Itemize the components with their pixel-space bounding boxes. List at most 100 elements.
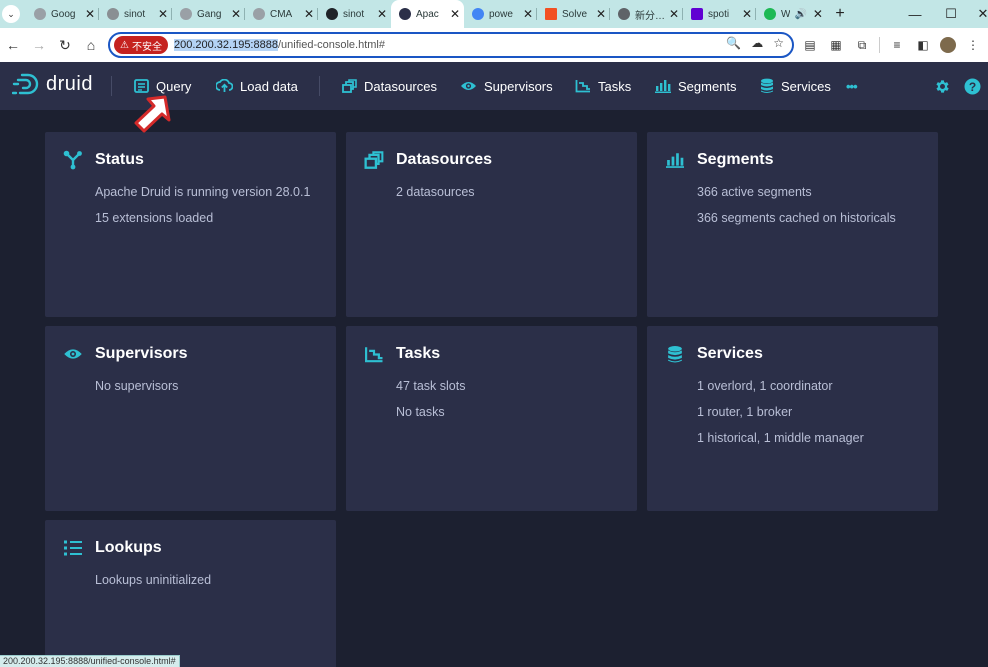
nav-divider <box>111 76 112 96</box>
tab-close-icon[interactable]: ✕ <box>85 7 95 21</box>
card-line: 366 segments cached on historicals <box>697 211 896 225</box>
nav-supervisors[interactable]: Supervisors <box>460 74 553 98</box>
browser-toolbar: ← → ↻ ⌂ ⚠ 不安全 200.200.32.195:8888/unifie… <box>0 28 988 62</box>
supervisors-card[interactable]: Supervisors No supervisors <box>45 326 336 511</box>
tab-title: CMA <box>270 8 293 20</box>
database-icon <box>665 344 685 364</box>
reload-icon[interactable]: ↻ <box>52 32 78 58</box>
warning-icon: ⚠ <box>120 39 129 51</box>
nav-tasks[interactable]: Tasks <box>575 74 631 98</box>
bookmark-star-icon[interactable]: ☆ <box>773 36 784 50</box>
card-line: 366 active segments <box>697 185 812 199</box>
browser-tab[interactable]: 新分… ✕ <box>610 0 683 28</box>
query-icon <box>134 79 149 93</box>
tab-title: spoti <box>708 8 730 20</box>
services-card[interactable]: Services 1 overlord, 1 coordinator 1 rou… <box>647 326 938 511</box>
tasks-card[interactable]: Tasks 47 task slots No tasks <box>346 326 637 511</box>
nav-services[interactable]: Services <box>760 74 831 98</box>
new-tab-button[interactable]: + <box>829 5 851 23</box>
tab-title: Solve <box>562 8 588 20</box>
home-view: Status Apache Druid is running version 2… <box>0 110 988 667</box>
datasources-icon <box>342 79 357 93</box>
tab-favicon-icon <box>618 8 630 20</box>
browser-tab[interactable]: Gang ✕ <box>172 0 245 28</box>
tab-close-icon[interactable]: ✕ <box>304 7 314 21</box>
help-icon: ? <box>964 78 980 94</box>
close-window-icon[interactable]: ✕ <box>966 0 988 28</box>
card-line: 2 datasources <box>396 185 475 199</box>
tab-close-icon[interactable]: ✕ <box>231 7 241 21</box>
tab-close-icon[interactable]: ✕ <box>669 7 679 21</box>
tab-favicon-icon <box>326 8 338 20</box>
browser-tab[interactable]: sinot ✕ <box>318 0 391 28</box>
extensions-icon[interactable]: ⧉ <box>853 36 871 54</box>
tab-title: Gang <box>197 8 222 20</box>
tab-favicon-icon <box>399 8 411 20</box>
toolbar-divider <box>879 37 880 53</box>
tab-close-icon[interactable]: ✕ <box>523 7 533 21</box>
status-icon <box>63 150 83 170</box>
segments-card[interactable]: Segments 366 active segments 366 segment… <box>647 132 938 317</box>
minimize-icon[interactable]: — <box>898 0 932 28</box>
media-icon[interactable]: ≡ <box>888 36 906 54</box>
tasks-icon <box>364 344 384 364</box>
more-icon: ••• <box>846 78 858 94</box>
gear-icon <box>935 79 949 93</box>
browser-tab[interactable]: Solve ✕ <box>537 0 610 28</box>
reader-icon[interactable]: ▤ <box>801 36 819 54</box>
tab-search-chevron-icon[interactable]: ⌄ <box>2 5 20 23</box>
not-secure-badge[interactable]: ⚠ 不安全 <box>114 36 168 54</box>
browser-tab[interactable]: Goog ✕ <box>26 0 99 28</box>
maximize-icon[interactable]: ☐ <box>934 0 968 28</box>
tab-favicon-icon <box>107 8 119 20</box>
druid-logo[interactable]: druid <box>12 72 93 96</box>
forward-icon[interactable]: → <box>26 32 52 58</box>
nav-load-data[interactable]: Load data <box>216 74 298 98</box>
browser-tab[interactable]: CMA ✕ <box>245 0 318 28</box>
browser-status-url: 200.200.32.195:8888/unified-console.html… <box>0 655 180 667</box>
datasources-card[interactable]: Datasources 2 datasources <box>346 132 637 317</box>
browser-tab[interactable]: sinot ✕ <box>99 0 172 28</box>
card-title: Segments <box>697 151 774 168</box>
help-button[interactable]: ? <box>962 74 982 98</box>
tab-close-icon[interactable]: ✕ <box>377 7 387 21</box>
profile-avatar[interactable] <box>940 37 956 53</box>
browser-tab[interactable]: W 🔊 ✕ <box>756 0 829 28</box>
zoom-icon[interactable]: 🔍 <box>726 36 741 50</box>
card-line: No supervisors <box>95 379 179 393</box>
tab-close-icon[interactable]: ✕ <box>596 7 606 21</box>
upload-icon <box>216 79 233 92</box>
browser-tab[interactable]: spoti ✕ <box>683 0 756 28</box>
menu-icon[interactable]: ⋮ <box>964 36 982 54</box>
card-line: 1 overlord, 1 coordinator <box>697 379 833 393</box>
tab-audio-icon[interactable]: 🔊 <box>794 9 806 20</box>
side-panel-icon[interactable]: ◧ <box>914 36 932 54</box>
cloud-icon[interactable]: ☁ <box>751 36 763 50</box>
tab-close-icon[interactable]: ✕ <box>158 7 168 21</box>
settings-button[interactable] <box>932 74 952 98</box>
browser-tab[interactable]: powe ✕ <box>464 0 537 28</box>
tab-close-icon[interactable]: ✕ <box>813 7 823 21</box>
back-icon[interactable]: ← <box>0 32 26 58</box>
tab-favicon-icon <box>545 8 557 20</box>
home-icon[interactable]: ⌂ <box>78 32 104 58</box>
address-bar[interactable]: ⚠ 不安全 200.200.32.195:8888/unified-consol… <box>108 32 794 58</box>
more-button[interactable]: ••• <box>846 74 858 98</box>
tab-favicon-icon <box>253 8 265 20</box>
url-host: 200.200.32.195:8888 <box>173 39 278 51</box>
qr-icon[interactable]: ▦ <box>827 36 845 54</box>
url-text[interactable]: 200.200.32.195:8888/unified-console.html… <box>173 39 385 51</box>
tab-favicon-icon <box>764 8 776 20</box>
nav-datasources[interactable]: Datasources <box>342 74 437 98</box>
nav-label: Tasks <box>598 78 632 94</box>
tab-favicon-icon <box>472 8 484 20</box>
card-title: Lookups <box>95 539 162 556</box>
browser-tab-active[interactable]: Apac ✕ <box>391 0 464 28</box>
tab-favicon-icon <box>180 8 192 20</box>
lookups-card[interactable]: Lookups Lookups uninitialized <box>45 520 336 667</box>
svg-text:?: ? <box>968 80 975 94</box>
tab-close-icon[interactable]: ✕ <box>450 7 460 21</box>
status-card[interactable]: Status Apache Druid is running version 2… <box>45 132 336 317</box>
nav-segments[interactable]: Segments <box>655 74 737 98</box>
tab-close-icon[interactable]: ✕ <box>742 7 752 21</box>
